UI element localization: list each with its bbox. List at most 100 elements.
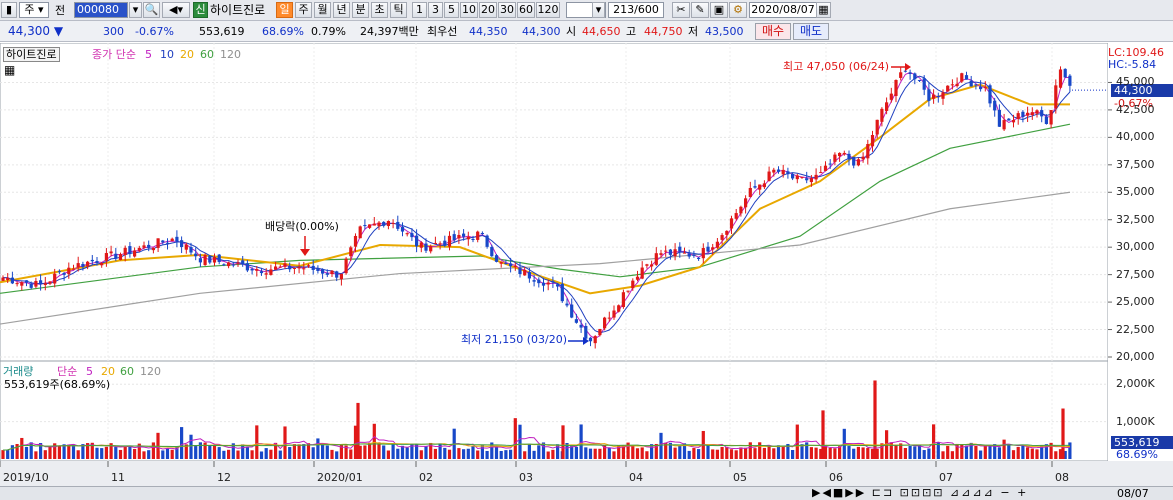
candle-body	[527, 272, 531, 279]
chart-menu-icon[interactable]: ▮	[1, 2, 17, 18]
candle-body	[556, 284, 560, 287]
period-type-select[interactable]: 주 ▾	[19, 2, 49, 18]
candle-body	[598, 328, 602, 336]
y-tick-label: 45,000	[1116, 75, 1155, 89]
interval-20[interactable]: 20	[479, 2, 497, 18]
candle-body	[955, 83, 959, 87]
interval-120[interactable]: 120	[536, 2, 560, 18]
chart-svg	[0, 42, 1173, 488]
candle-body	[339, 273, 343, 280]
volume-legend-name[interactable]: 거래량	[3, 365, 33, 378]
candle-body	[429, 246, 433, 252]
candle-body	[659, 253, 663, 255]
candle-body	[405, 233, 409, 235]
volume-bar	[645, 451, 649, 459]
volume-bar	[67, 444, 71, 459]
tools-icon[interactable]: ✂	[672, 2, 690, 18]
ma5-label: 5	[145, 48, 152, 61]
interval-1[interactable]: 1	[412, 2, 427, 18]
candle-body	[142, 245, 146, 248]
candle-body	[560, 283, 564, 302]
price-ma-label: 종가 단순	[92, 48, 136, 61]
interval-60[interactable]: 60	[517, 2, 535, 18]
candle-body	[823, 165, 828, 171]
buy-button[interactable]: 매수	[755, 23, 791, 40]
volume-bar	[227, 449, 231, 459]
volume-bar	[457, 448, 461, 459]
candle-body	[744, 198, 748, 208]
stock-code-input[interactable]: 000080	[74, 2, 128, 18]
timeframe-6[interactable]: 틱	[390, 2, 407, 18]
pen-icon[interactable]: ✎	[691, 2, 709, 18]
candle-body	[1011, 120, 1016, 123]
timeframe-5[interactable]: 초	[371, 2, 388, 18]
search-icon[interactable]: 🔍	[143, 2, 160, 18]
timeframe-1[interactable]: 주	[295, 2, 312, 18]
volume-bar	[382, 445, 386, 459]
candle-body	[90, 259, 94, 262]
chart-area[interactable]: 하이트진로 종가 단순 5 10 20 60 120 ▦ LC:109.46 H…	[0, 42, 1173, 488]
candle-body	[960, 73, 964, 82]
interval-5[interactable]: 5	[444, 2, 459, 18]
candle-body	[222, 264, 226, 266]
candle-body	[245, 263, 249, 271]
candle-body	[800, 176, 804, 178]
y-tick-label: 40,000	[1116, 130, 1155, 144]
volume-subtitle: 553,619주(68.69%)	[4, 378, 111, 391]
save-icon[interactable]: ▣	[710, 2, 728, 18]
volume-bar	[170, 449, 174, 459]
volume-y-tick-label: 2,000K	[1116, 377, 1155, 391]
candle-body	[128, 246, 132, 255]
volume-bar	[800, 444, 804, 459]
candle-body	[494, 255, 499, 262]
candle-body	[368, 224, 372, 228]
price-legend-name[interactable]: 하이트진로	[3, 47, 60, 62]
x-axis-panel	[0, 461, 1173, 488]
candle-body	[664, 250, 668, 252]
timeframe-3[interactable]: 년	[333, 2, 350, 18]
volume-bar	[259, 451, 264, 459]
sell-button[interactable]: 매도	[793, 23, 829, 40]
grid-toggle-icon[interactable]: ▦	[4, 64, 15, 77]
date-input[interactable]: 2020/08/07	[749, 2, 817, 18]
x-tick-label: 05	[733, 471, 747, 484]
candle-body	[791, 173, 795, 179]
volume-bar	[833, 448, 837, 459]
interval-dropdown-icon[interactable]: ▾	[592, 2, 605, 18]
candle-body	[866, 144, 870, 159]
volume-bar	[278, 450, 282, 459]
volume-bar	[711, 449, 715, 459]
candle-body	[739, 206, 743, 214]
interval-3[interactable]: 3	[428, 2, 443, 18]
candle-body	[259, 271, 264, 274]
candle-body	[753, 186, 757, 188]
candle-body	[165, 242, 170, 244]
code-dropdown-icon[interactable]: ▾	[129, 2, 142, 18]
candle-body	[974, 84, 978, 86]
volume-bar	[593, 448, 597, 459]
timeframe-0[interactable]: 일	[276, 2, 293, 18]
volume-bar	[462, 449, 466, 459]
candle-body	[565, 303, 569, 306]
interval-30[interactable]: 30	[498, 2, 516, 18]
volume-value: 553,619	[199, 25, 245, 38]
gear-icon[interactable]: ⚙	[729, 2, 747, 18]
timeframe-4[interactable]: 분	[352, 2, 369, 18]
volume-bar	[861, 447, 865, 459]
candle-body	[570, 304, 574, 318]
volume-bar	[1035, 449, 1039, 459]
candle-body	[43, 283, 47, 286]
candle-body	[776, 169, 781, 172]
scroll-controls[interactable]: ▶◀■▶▶ ⊏⊐ ⊡⊡⊡⊡ ⊿⊿⊿⊿ − +	[812, 486, 1028, 499]
last-date-label: 08/07	[1117, 487, 1149, 500]
candle-body	[1049, 110, 1053, 125]
speaker-icon[interactable]: ◀▾	[162, 2, 190, 18]
candle-body	[288, 265, 292, 270]
candle-body	[1021, 111, 1025, 117]
calendar-icon[interactable]: ▦	[816, 2, 831, 18]
candle-body	[856, 159, 860, 166]
volume-bar	[570, 446, 574, 459]
timeframe-2[interactable]: 월	[314, 2, 331, 18]
volume-bar	[288, 447, 292, 459]
interval-10[interactable]: 10	[460, 2, 478, 18]
